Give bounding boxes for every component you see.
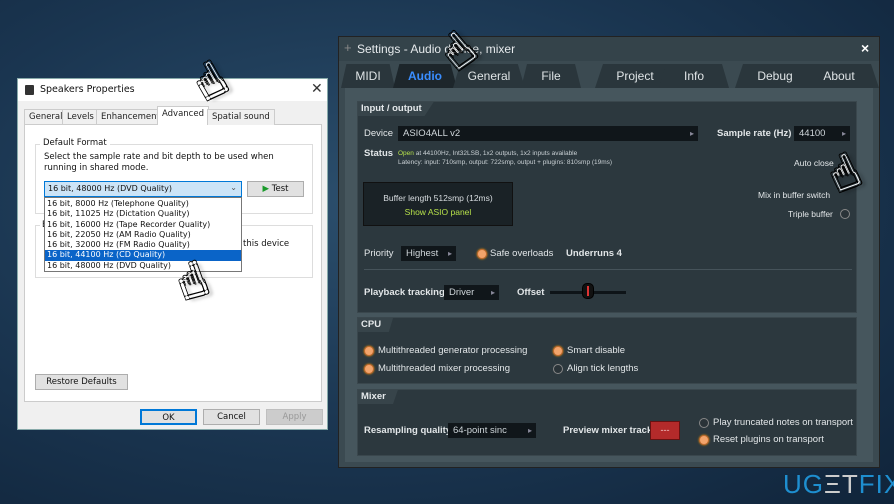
status-line-2: Latency: input: 710smp, output: 722smp, … <box>398 159 613 166</box>
priority-value: Highest <box>406 248 439 259</box>
mixer-header: Mixer <box>358 390 398 404</box>
buffer-length[interactable]: Buffer length 512smp (12ms) <box>364 191 512 205</box>
tab-levels[interactable]: Levels <box>62 109 99 125</box>
tab-file[interactable]: File <box>521 64 581 88</box>
tab-advanced[interactable]: Advanced <box>157 106 209 125</box>
exclusive-mode-text: this device <box>243 239 290 249</box>
format-option[interactable]: 16 bit, 32000 Hz (FM Radio Quality) <box>45 240 241 250</box>
test-button[interactable]: ▶ Test <box>247 181 304 197</box>
speakers-properties-dialog: Speakers Properties ✕ General Levels Enh… <box>17 78 328 430</box>
close-icon[interactable]: ✕ <box>311 81 323 97</box>
reset-plugins-radio[interactable] <box>699 435 709 445</box>
sample-rate-label: Sample rate (Hz) <box>717 128 792 139</box>
apply-button[interactable]: Apply <box>266 409 323 425</box>
arrow-right-icon: ▸ <box>689 129 694 138</box>
cpu-header: CPU <box>358 318 394 332</box>
align-tick-label: Align tick lengths <box>567 363 639 374</box>
sample-rate-select[interactable]: 44100 ▸ <box>794 126 850 141</box>
status-text: Open at 44100Hz, Int32LSB, 1x2 outputs, … <box>398 149 612 167</box>
format-option[interactable]: 16 bit, 16000 Hz (Tape Recorder Quality) <box>45 220 241 230</box>
resampling-quality-select[interactable]: 64-point sinc ▸ <box>448 423 536 438</box>
format-select[interactable]: 16 bit, 48000 Hz (DVD Quality) ⌄ <box>44 181 242 197</box>
offset-slider-knob[interactable] <box>582 283 594 299</box>
offset-label: Offset <box>517 287 545 298</box>
format-option[interactable]: 16 bit, 48000 Hz (DVD Quality) <box>45 261 241 271</box>
dialog-title: Speakers Properties <box>40 84 135 95</box>
underruns-label: Underruns 4 <box>566 248 622 259</box>
chevron-down-icon: ⌄ <box>230 183 237 192</box>
resampling-quality-label: Resampling quality <box>364 425 452 436</box>
sample-rate-value: 44100 <box>799 128 826 139</box>
preview-mixer-track-button[interactable]: --- <box>650 421 680 440</box>
status-label: Status <box>364 148 394 159</box>
audio-settings-body: Input / output Device ASIO4ALL v2 ▸ Sampl… <box>345 88 873 462</box>
arrow-right-icon: ▸ <box>447 249 452 258</box>
tab-audio[interactable]: Audio <box>393 64 457 88</box>
cancel-button[interactable]: Cancel <box>203 409 260 425</box>
device-value: ASIO4ALL v2 <box>403 128 461 139</box>
ugetfix-logo: UGΞTFIX <box>783 469 894 499</box>
tab-about[interactable]: About <box>799 64 879 88</box>
tab-midi[interactable]: MIDI <box>341 64 395 88</box>
fl-settings-window: + Settings - Audio device, mixer × MIDI … <box>338 36 880 468</box>
mixer-panel: Mixer Resampling quality 64-point sinc ▸ … <box>357 389 857 456</box>
tab-info[interactable]: Info <box>659 64 729 88</box>
triple-buffer-label: Triple buffer <box>788 209 833 219</box>
arrow-right-icon: ▸ <box>527 426 532 435</box>
playback-tracking-select[interactable]: Driver ▸ <box>444 285 499 300</box>
input-output-panel: Input / output Device ASIO4ALL v2 ▸ Sampl… <box>357 101 857 313</box>
divider <box>364 269 852 270</box>
multithreaded-generator-label: Multithreaded generator processing <box>378 345 528 356</box>
test-label: Test <box>271 184 289 194</box>
smart-disable-label: Smart disable <box>567 345 626 356</box>
play-truncated-radio[interactable] <box>699 418 709 428</box>
speaker-icon <box>25 85 34 95</box>
format-option[interactable]: 16 bit, 8000 Hz (Telephone Quality) <box>45 199 241 209</box>
format-dropdown-list: 16 bit, 8000 Hz (Telephone Quality) 16 b… <box>44 197 242 273</box>
default-format-description: Select the sample rate and bit depth to … <box>44 152 274 173</box>
preview-mixer-track-label: Preview mixer track <box>563 425 653 436</box>
device-label: Device <box>364 128 394 139</box>
playback-value: Driver <box>449 287 475 298</box>
tab-spatial-sound[interactable]: Spatial sound <box>207 109 275 125</box>
reset-plugins-label: Reset plugins on transport <box>713 434 824 445</box>
show-asio-panel-button[interactable]: Show ASIO panel <box>364 205 512 219</box>
play-truncated-label: Play truncated notes on transport <box>713 417 853 428</box>
arrow-right-icon: ▸ <box>841 129 846 138</box>
input-output-header: Input / output <box>358 102 434 116</box>
playback-tracking-label: Playback tracking <box>364 287 445 298</box>
title-bar: + Settings - Audio device, mixer × <box>339 37 879 61</box>
device-select[interactable]: ASIO4ALL v2 ▸ <box>398 126 698 141</box>
mix-in-buffer-switch[interactable]: Mix in buffer switch <box>758 190 830 200</box>
play-icon: ▶ <box>262 184 270 194</box>
priority-label: Priority <box>364 248 394 259</box>
multithreaded-mixer-radio[interactable] <box>364 364 374 374</box>
format-select-value: 16 bit, 48000 Hz (DVD Quality) <box>48 184 173 193</box>
ok-button[interactable]: OK <box>140 409 197 425</box>
plus-icon: + <box>344 40 352 55</box>
format-option[interactable]: 16 bit, 22050 Hz (AM Radio Quality) <box>45 230 241 240</box>
multithreaded-generator-radio[interactable] <box>364 346 374 356</box>
restore-defaults-button[interactable]: Restore Defaults <box>35 374 128 390</box>
format-option[interactable]: 16 bit, 11025 Hz (Dictation Quality) <box>45 209 241 219</box>
close-icon[interactable]: × <box>861 40 869 56</box>
default-format-label: Default Format <box>40 138 110 148</box>
multithreaded-mixer-label: Multithreaded mixer processing <box>378 363 511 374</box>
title-bar: Speakers Properties ✕ <box>18 79 327 101</box>
priority-select[interactable]: Highest ▸ <box>401 246 456 261</box>
resampling-value: 64-point sinc <box>453 425 507 436</box>
safe-overloads-label: Safe overloads <box>490 248 554 259</box>
status-open: Open <box>398 150 414 157</box>
safe-overloads-radio[interactable] <box>477 249 487 259</box>
buffer-box: Buffer length 512smp (12ms) Show ASIO pa… <box>363 182 513 226</box>
status-line-1: at 44100Hz, Int32LSB, 1x2 outputs, 1x2 i… <box>413 150 578 157</box>
smart-disable-radio[interactable] <box>553 346 563 356</box>
align-tick-radio[interactable] <box>553 364 563 374</box>
triple-buffer-radio[interactable] <box>840 209 850 219</box>
arrow-right-icon: ▸ <box>490 288 495 297</box>
cpu-panel: CPU Multithreaded generator processing M… <box>357 317 857 384</box>
format-option-selected[interactable]: 16 bit, 44100 Hz (CD Quality) <box>45 250 241 261</box>
tab-general[interactable]: General <box>24 109 68 125</box>
